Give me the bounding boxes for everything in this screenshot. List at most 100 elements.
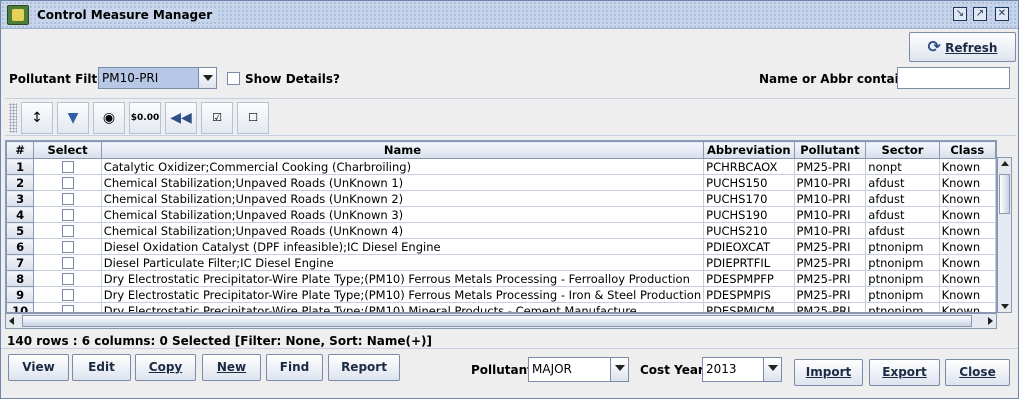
new-button[interactable]: New — [202, 354, 261, 381]
status-text: 140 rows : 6 columns: 0 Selected [Filter… — [7, 334, 432, 348]
row-select-checkbox[interactable] — [33, 190, 102, 207]
export-button[interactable]: Export — [869, 359, 940, 386]
column-header-num[interactable]: # — [6, 141, 35, 159]
row-select-checkbox[interactable] — [33, 254, 102, 271]
rewind-icon[interactable]: ◀◀ — [165, 102, 197, 134]
row-number: 1 — [6, 158, 35, 175]
horizontal-scrollbar[interactable] — [5, 313, 997, 329]
cell-class: Known — [939, 190, 996, 207]
column-header-name[interactable]: Name — [100, 141, 705, 159]
column-header-pollutant[interactable]: Pollutant — [793, 141, 867, 159]
vertical-scroll-thumb[interactable] — [999, 174, 1010, 214]
cell-pollutant: PM10-PRI — [794, 206, 867, 223]
column-header-sector[interactable]: Sector — [865, 141, 940, 159]
row-select-checkbox[interactable] — [33, 302, 102, 312]
table-row[interactable]: 6 Diesel Oxidation Catalyst (DPF infeasib… — [6, 238, 996, 255]
table-row[interactable]: 3 Chemical Stabilization;Unpaved Roads (U… — [6, 190, 996, 207]
row-select-checkbox[interactable] — [33, 238, 102, 255]
resize-columns-icon[interactable]: ↕ — [21, 102, 53, 134]
row-select-checkbox[interactable] — [33, 222, 102, 239]
scroll-down-icon[interactable] — [1001, 304, 1009, 309]
view-button[interactable]: View — [8, 354, 69, 381]
table-row[interactable]: 1 Catalytic Oxidizer;Commercial Cooking (… — [6, 158, 996, 175]
row-number: 9 — [6, 286, 35, 303]
checkbox[interactable] — [61, 193, 74, 205]
horizontal-scroll-thumb[interactable] — [22, 315, 972, 327]
show-details-checkbox[interactable] — [227, 72, 240, 85]
cell-abbreviation: PUCHS170 — [703, 190, 795, 207]
cell-name: Dry Electrostatic Precipitator-Wire Plat… — [101, 286, 705, 303]
vertical-scrollbar[interactable] — [997, 157, 1012, 313]
control-measures-table[interactable]: # Select Name Abbreviation Pollutant Sec… — [5, 140, 997, 313]
chevron-down-icon — [763, 358, 781, 381]
scroll-up-icon[interactable] — [1001, 161, 1009, 166]
filter-icon[interactable]: ▼ — [57, 102, 89, 134]
clear-selection-icon[interactable]: ☐ — [237, 102, 269, 134]
cell-sector: ptnonipm — [865, 302, 940, 312]
column-header-select[interactable]: Select — [33, 141, 102, 159]
table-row[interactable]: 4 Chemical Stabilization;Unpaved Roads (U… — [6, 206, 996, 223]
cell-abbreviation: PDIEPRTFIL — [703, 254, 795, 271]
format-icon[interactable]: $0.00 — [129, 102, 161, 134]
column-header-abbreviation[interactable]: Abbreviation — [703, 141, 795, 159]
checkbox[interactable] — [61, 177, 74, 189]
checkbox[interactable] — [61, 289, 74, 301]
maximize-icon[interactable]: ↗ — [973, 7, 987, 21]
report-button[interactable]: Report — [328, 354, 400, 381]
cell-name: Dry Electrostatic Precipitator-Wire Plat… — [101, 270, 705, 287]
close-button[interactable]: Close — [945, 359, 1010, 386]
pollutant-select[interactable]: MAJOR — [528, 357, 629, 382]
cost-year-select[interactable]: 2013 — [702, 357, 782, 382]
name-abbr-input[interactable] — [897, 67, 1010, 89]
find-button[interactable]: Find — [266, 354, 323, 381]
row-number: 4 — [6, 206, 35, 223]
cell-class: Known — [939, 222, 996, 239]
table-row[interactable]: 10 Dry Electrostatic Precipitator-Wire Pl… — [6, 302, 996, 312]
import-button[interactable]: Import — [794, 359, 863, 386]
row-select-checkbox[interactable] — [33, 206, 102, 223]
row-select-checkbox[interactable] — [33, 174, 102, 191]
minimize-icon[interactable]: ↘ — [953, 7, 967, 21]
cell-abbreviation: PCHRBCAOX — [703, 158, 795, 175]
checkbox[interactable] — [61, 241, 74, 253]
table-row[interactable]: 9 Dry Electrostatic Precipitator-Wire Pla… — [6, 286, 996, 303]
edit-button[interactable]: Edit — [72, 354, 131, 381]
cell-class: Known — [939, 206, 996, 223]
cell-abbreviation: PDESPMPFP — [703, 270, 795, 287]
checkbox[interactable] — [61, 209, 74, 221]
cell-name: Chemical Stabilization;Unpaved Roads (Un… — [101, 190, 705, 207]
table-row[interactable]: 8 Dry Electrostatic Precipitator-Wire Pla… — [6, 270, 996, 287]
cell-class: Known — [939, 270, 996, 287]
column-header-class[interactable]: Class — [938, 141, 996, 159]
refresh-icon: ⟳ — [927, 37, 941, 56]
checkbox[interactable] — [61, 305, 74, 312]
checkbox[interactable] — [61, 225, 74, 237]
copy-button[interactable]: Copy — [135, 354, 196, 381]
row-select-checkbox[interactable] — [33, 158, 102, 175]
eye-icon[interactable]: ◉ — [93, 102, 125, 134]
cell-abbreviation: PDIEOXCAT — [703, 238, 795, 255]
cell-sector: ptnonipm — [865, 270, 940, 287]
close-window-icon[interactable]: ✕ — [995, 7, 1009, 21]
cell-sector: ptnonipm — [865, 238, 940, 255]
cell-pollutant: PM25-PRI — [794, 158, 867, 175]
cell-class: Known — [939, 158, 996, 175]
checkbox[interactable] — [61, 257, 74, 269]
table-row[interactable]: 7 Diesel Particulate Filter;IC Diesel Eng… — [6, 254, 996, 271]
select-all-icon[interactable]: ☑ — [201, 102, 233, 134]
row-select-checkbox[interactable] — [33, 286, 102, 303]
scroll-right-icon[interactable] — [988, 317, 993, 325]
checkbox[interactable] — [61, 273, 74, 285]
checkbox[interactable] — [61, 161, 74, 173]
cell-name: Chemical Stabilization;Unpaved Roads (Un… — [101, 206, 705, 223]
scroll-left-icon[interactable] — [9, 317, 14, 325]
toolbar-grip-icon — [9, 103, 17, 133]
table-row[interactable]: 2 Chemical Stabilization;Unpaved Roads (U… — [6, 174, 996, 191]
row-select-checkbox[interactable] — [33, 270, 102, 287]
table-row[interactable]: 5 Chemical Stabilization;Unpaved Roads (U… — [6, 222, 996, 239]
pollutant-filter-select[interactable]: PM10-PRI — [98, 67, 217, 89]
refresh-button[interactable]: ⟳ Refresh — [909, 32, 1016, 62]
cell-sector: afdust — [865, 206, 940, 223]
row-number: 8 — [6, 270, 35, 287]
title-bar[interactable]: Control Measure Manager ↘ ↗ ✕ — [1, 1, 1018, 29]
